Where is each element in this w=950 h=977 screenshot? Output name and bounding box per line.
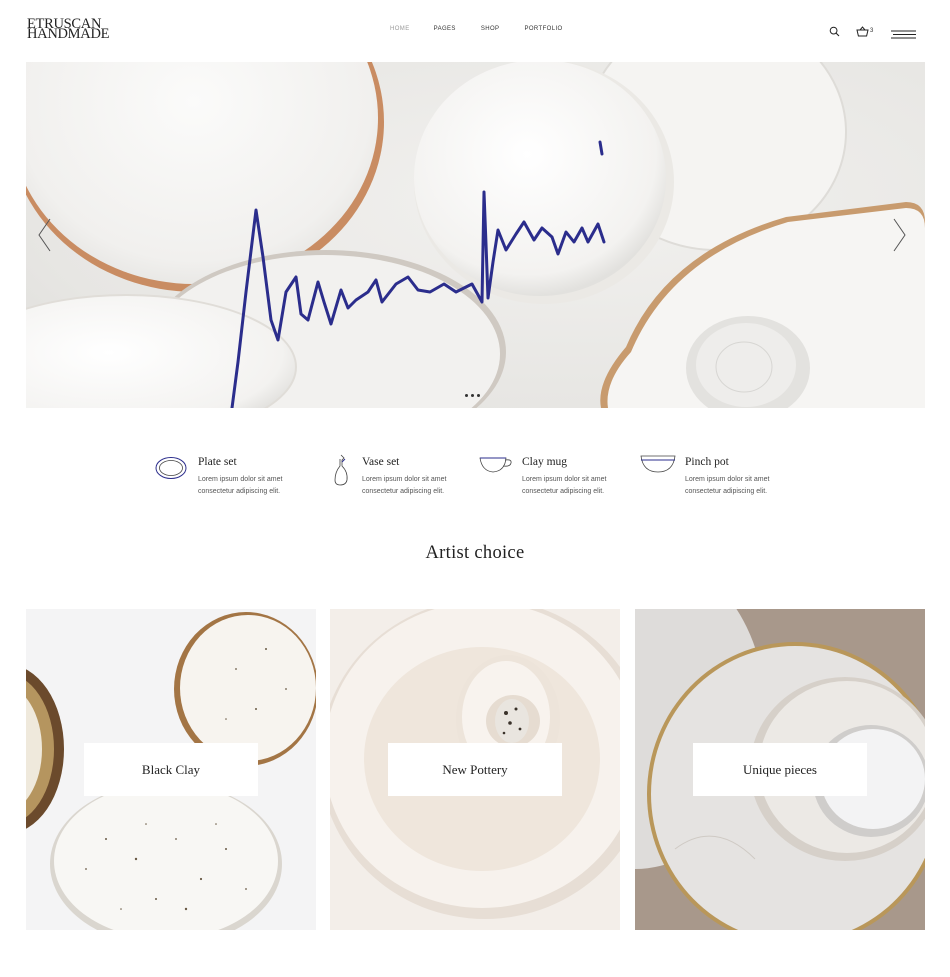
logo-line-2: HANDMADE <box>27 26 110 42</box>
main-nav: HOME PAGES SHOP PORTFOLIO <box>390 26 563 32</box>
plate-icon <box>155 454 187 485</box>
feature-title: Vase set <box>362 456 400 468</box>
card-label[interactable]: Unique pieces <box>693 743 867 796</box>
feature-desc-line: consectetur adipiscing elit. <box>198 488 281 495</box>
card-black-clay[interactable]: Black Clay <box>26 609 316 930</box>
feature-title: Plate set <box>198 456 237 468</box>
slider-dot[interactable] <box>465 394 468 397</box>
feature-desc: Lorem ipsum dolor sit amet consectetur ad… <box>685 474 795 498</box>
feature-desc-line: Lorem ipsum dolor sit amet <box>685 476 770 483</box>
nav-portfolio[interactable]: PORTFOLIO <box>524 26 562 32</box>
hero-prev-arrow[interactable] <box>37 218 53 252</box>
hamburger-icon[interactable] <box>891 26 916 44</box>
feature-desc-line: consectetur adipiscing elit. <box>685 488 768 495</box>
slider-dot[interactable] <box>471 394 474 397</box>
feature-desc-line: Lorem ipsum dolor sit amet <box>198 476 283 483</box>
hero-image <box>26 62 925 408</box>
hero-next-arrow[interactable] <box>891 218 907 252</box>
search-icon[interactable] <box>829 24 840 42</box>
vase-icon <box>333 454 349 491</box>
feature-desc: Lorem ipsum dolor sit amet consectetur ad… <box>522 474 632 498</box>
feature-desc-line: Lorem ipsum dolor sit amet <box>522 476 607 483</box>
section-title: Artist choice <box>425 543 525 563</box>
feature-desc-line: consectetur adipiscing elit. <box>522 488 605 495</box>
card-label[interactable]: Black Clay <box>84 743 258 796</box>
nav-home[interactable]: HOME <box>390 26 410 32</box>
cart-count: 3 <box>870 28 874 34</box>
feature-desc-line: consectetur adipiscing elit. <box>362 488 445 495</box>
slider-pagination <box>465 394 480 397</box>
nav-shop[interactable]: SHOP <box>481 26 500 32</box>
feature-desc: Lorem ipsum dolor sit amet consectetur ad… <box>198 474 308 498</box>
feature-desc: Lorem ipsum dolor sit amet consectetur ad… <box>362 474 472 498</box>
card-unique-pieces[interactable]: Unique pieces <box>635 609 925 930</box>
mug-icon <box>479 454 513 479</box>
basket-icon[interactable] <box>856 24 869 42</box>
feature-desc-line: Lorem ipsum dolor sit amet <box>362 476 447 483</box>
card-label[interactable]: New Pottery <box>388 743 562 796</box>
card-new-pottery[interactable]: New Pottery <box>330 609 620 930</box>
hero-slider <box>26 62 925 408</box>
feature-title: Pinch pot <box>685 456 729 468</box>
feature-title: Clay mug <box>522 456 568 468</box>
chevron-right-icon <box>893 218 906 252</box>
slider-dot[interactable] <box>477 394 480 397</box>
site-logo[interactable]: ETRUSCAN HANDMADE <box>27 17 110 42</box>
bowl-icon <box>640 454 676 479</box>
site-header: ETRUSCAN HANDMADE HOME PAGES SHOP PORTFO… <box>0 0 950 62</box>
nav-pages[interactable]: PAGES <box>434 26 456 32</box>
chevron-left-icon <box>38 218 51 252</box>
